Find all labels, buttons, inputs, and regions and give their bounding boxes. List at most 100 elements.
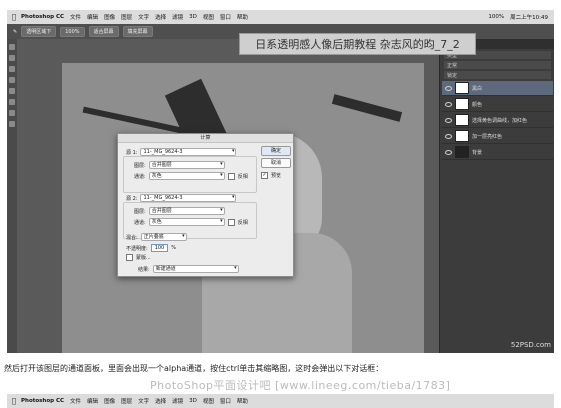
- layer-row[interactable]: 颜色: [442, 97, 553, 112]
- result-select[interactable]: 新建通道: [152, 265, 239, 273]
- menu-view[interactable]: 视图: [203, 397, 214, 405]
- channel2-row: 通道: 灰色 反相: [134, 218, 248, 226]
- lock-row[interactable]: 锁定: [444, 71, 551, 79]
- menu-filter[interactable]: 滤镜: [172, 13, 183, 21]
- dialog-title: 计算: [118, 134, 293, 143]
- invert2-label: 反相: [237, 219, 248, 226]
- menu-file[interactable]: 文件: [70, 397, 81, 405]
- layer-thumbnail: [455, 146, 469, 158]
- zoom-status: 100%: [488, 14, 505, 20]
- menu-3d[interactable]: 3D: [189, 14, 197, 20]
- fit-screen-button[interactable]: 适合屏幕: [88, 26, 119, 37]
- menu-3d[interactable]: 3D: [189, 398, 197, 404]
- blending-select[interactable]: 正片叠底: [140, 233, 187, 241]
- move-tool-icon[interactable]: [9, 44, 15, 50]
- fill-screen-button[interactable]: 填充屏幕: [122, 26, 153, 37]
- blend-mode-select[interactable]: 正常: [444, 61, 551, 69]
- source2-select[interactable]: 11-_MG_9624-3: [140, 194, 237, 202]
- menu-bar:  Photoshop CC 文件 编辑 图像 图层 文字 选择 滤镜 3D 视…: [7, 10, 554, 24]
- calculations-dialog: 计算 源 1: 11-_MG_9624-3 图层: 合并图层 通道: 灰色 反相…: [117, 133, 294, 277]
- channel2-select[interactable]: 灰色: [148, 218, 225, 226]
- ok-button[interactable]: 确定: [261, 146, 291, 156]
- brush-tool-icon[interactable]: [9, 88, 15, 94]
- visibility-eye-icon[interactable]: [445, 85, 452, 91]
- channel1-label: 通道:: [134, 173, 146, 180]
- eraser-tool-icon[interactable]: [9, 99, 15, 105]
- blending-row: 混合: 正片叠底: [126, 233, 187, 241]
- menu-select[interactable]: 选择: [155, 13, 166, 21]
- invert2-checkbox[interactable]: [227, 218, 235, 226]
- menu-layer[interactable]: 图层: [121, 397, 132, 405]
- menu-select[interactable]: 选择: [155, 397, 166, 405]
- opacity-unit: %: [171, 245, 176, 251]
- layer1-row: 图层: 合并图层: [134, 161, 225, 169]
- menu-layer[interactable]: 图层: [121, 13, 132, 21]
- layer-row[interactable]: 选择黄色调曲线，加红色: [442, 113, 553, 128]
- menu-view[interactable]: 视图: [203, 13, 214, 21]
- result-label: 结果:: [138, 266, 150, 273]
- mask-checkbox[interactable]: [126, 254, 133, 261]
- layer-row[interactable]: 背景: [442, 145, 553, 160]
- tool-icon[interactable]: ✎: [13, 29, 17, 35]
- menu-window[interactable]: 窗口: [220, 397, 231, 405]
- menu-type[interactable]: 文字: [138, 397, 149, 405]
- tools-panel: [7, 39, 17, 353]
- lasso-tool-icon[interactable]: [9, 66, 15, 72]
- app-name[interactable]: Photoshop CC: [21, 14, 64, 20]
- mode-select[interactable]: 透明区域下: [21, 26, 57, 37]
- opacity-label: 不透明度:: [126, 245, 148, 252]
- channel2-label: 通道:: [134, 219, 146, 226]
- menu-window[interactable]: 窗口: [220, 13, 231, 21]
- apple-icon[interactable]: : [7, 13, 21, 21]
- layer1-select[interactable]: 合并图层: [148, 161, 225, 169]
- photoshop-screenshot:  Photoshop CC 文件 编辑 图像 图层 文字 选择 滤镜 3D 视…: [7, 10, 554, 353]
- app-name[interactable]: Photoshop CC: [21, 398, 64, 404]
- layer-name: 背景: [472, 149, 483, 156]
- zoom-100-button[interactable]: 100%: [60, 26, 85, 37]
- layer-thumbnail: [455, 114, 469, 126]
- channel1-select[interactable]: 灰色: [148, 172, 225, 180]
- layer-row[interactable]: 加一层亮红色: [442, 129, 553, 144]
- menu-help[interactable]: 帮助: [237, 397, 248, 405]
- channel1-row: 通道: 灰色 反相: [134, 172, 248, 180]
- layer2-select[interactable]: 合并图层: [148, 207, 225, 215]
- layer-row[interactable]: 黑白: [442, 81, 553, 96]
- canvas-watermark: 52PSD.com: [510, 341, 551, 349]
- visibility-eye-icon[interactable]: [445, 117, 452, 123]
- menu-help[interactable]: 帮助: [237, 13, 248, 21]
- source1-select[interactable]: 11-_MG_9624-3: [140, 148, 237, 156]
- menu-image[interactable]: 图像: [104, 397, 115, 405]
- mask-label: 蒙版...: [136, 255, 151, 261]
- menu-type[interactable]: 文字: [138, 13, 149, 21]
- layer-name: 黑白: [472, 85, 483, 92]
- layer1-label: 图层:: [134, 162, 146, 169]
- preview-checkbox[interactable]: ✓: [261, 172, 268, 179]
- visibility-eye-icon[interactable]: [445, 101, 452, 107]
- menu-edit[interactable]: 编辑: [87, 397, 98, 405]
- layer2-label: 图层:: [134, 208, 146, 215]
- clock: 周二上午10:49: [510, 15, 548, 21]
- opacity-input[interactable]: 100: [150, 244, 169, 252]
- layers-panel: 图层 类型 正常 锁定 黑白 颜色 选择黄色调曲线，加红色 加一层亮红色 背景: [439, 39, 554, 353]
- layer-name: 加一层亮红色: [472, 133, 503, 140]
- preview-row: ✓ 预览: [261, 172, 281, 179]
- hand-tool-icon[interactable]: [9, 121, 15, 127]
- tutorial-title-overlay: 日系透明感人像后期教程 杂志风的昀_7_2: [239, 33, 476, 55]
- invert1-label: 反相: [237, 173, 248, 180]
- menu-filter[interactable]: 滤镜: [172, 397, 183, 405]
- apple-icon[interactable]: : [7, 397, 21, 405]
- menu-image[interactable]: 图像: [104, 13, 115, 21]
- cancel-button[interactable]: 取消: [261, 158, 291, 168]
- layer2-row: 图层: 合并图层: [134, 207, 225, 215]
- type-tool-icon[interactable]: [9, 110, 15, 116]
- menu-file[interactable]: 文件: [70, 13, 81, 21]
- visibility-eye-icon[interactable]: [445, 133, 452, 139]
- marquee-tool-icon[interactable]: [9, 55, 15, 61]
- crop-tool-icon[interactable]: [9, 77, 15, 83]
- visibility-eye-icon[interactable]: [445, 149, 452, 155]
- blending-label: 混合:: [126, 234, 138, 241]
- source2-label: 源 2:: [126, 195, 138, 202]
- invert1-checkbox[interactable]: [227, 172, 235, 180]
- source1-row: 源 1: 11-_MG_9624-3: [126, 148, 237, 156]
- menu-edit[interactable]: 编辑: [87, 13, 98, 21]
